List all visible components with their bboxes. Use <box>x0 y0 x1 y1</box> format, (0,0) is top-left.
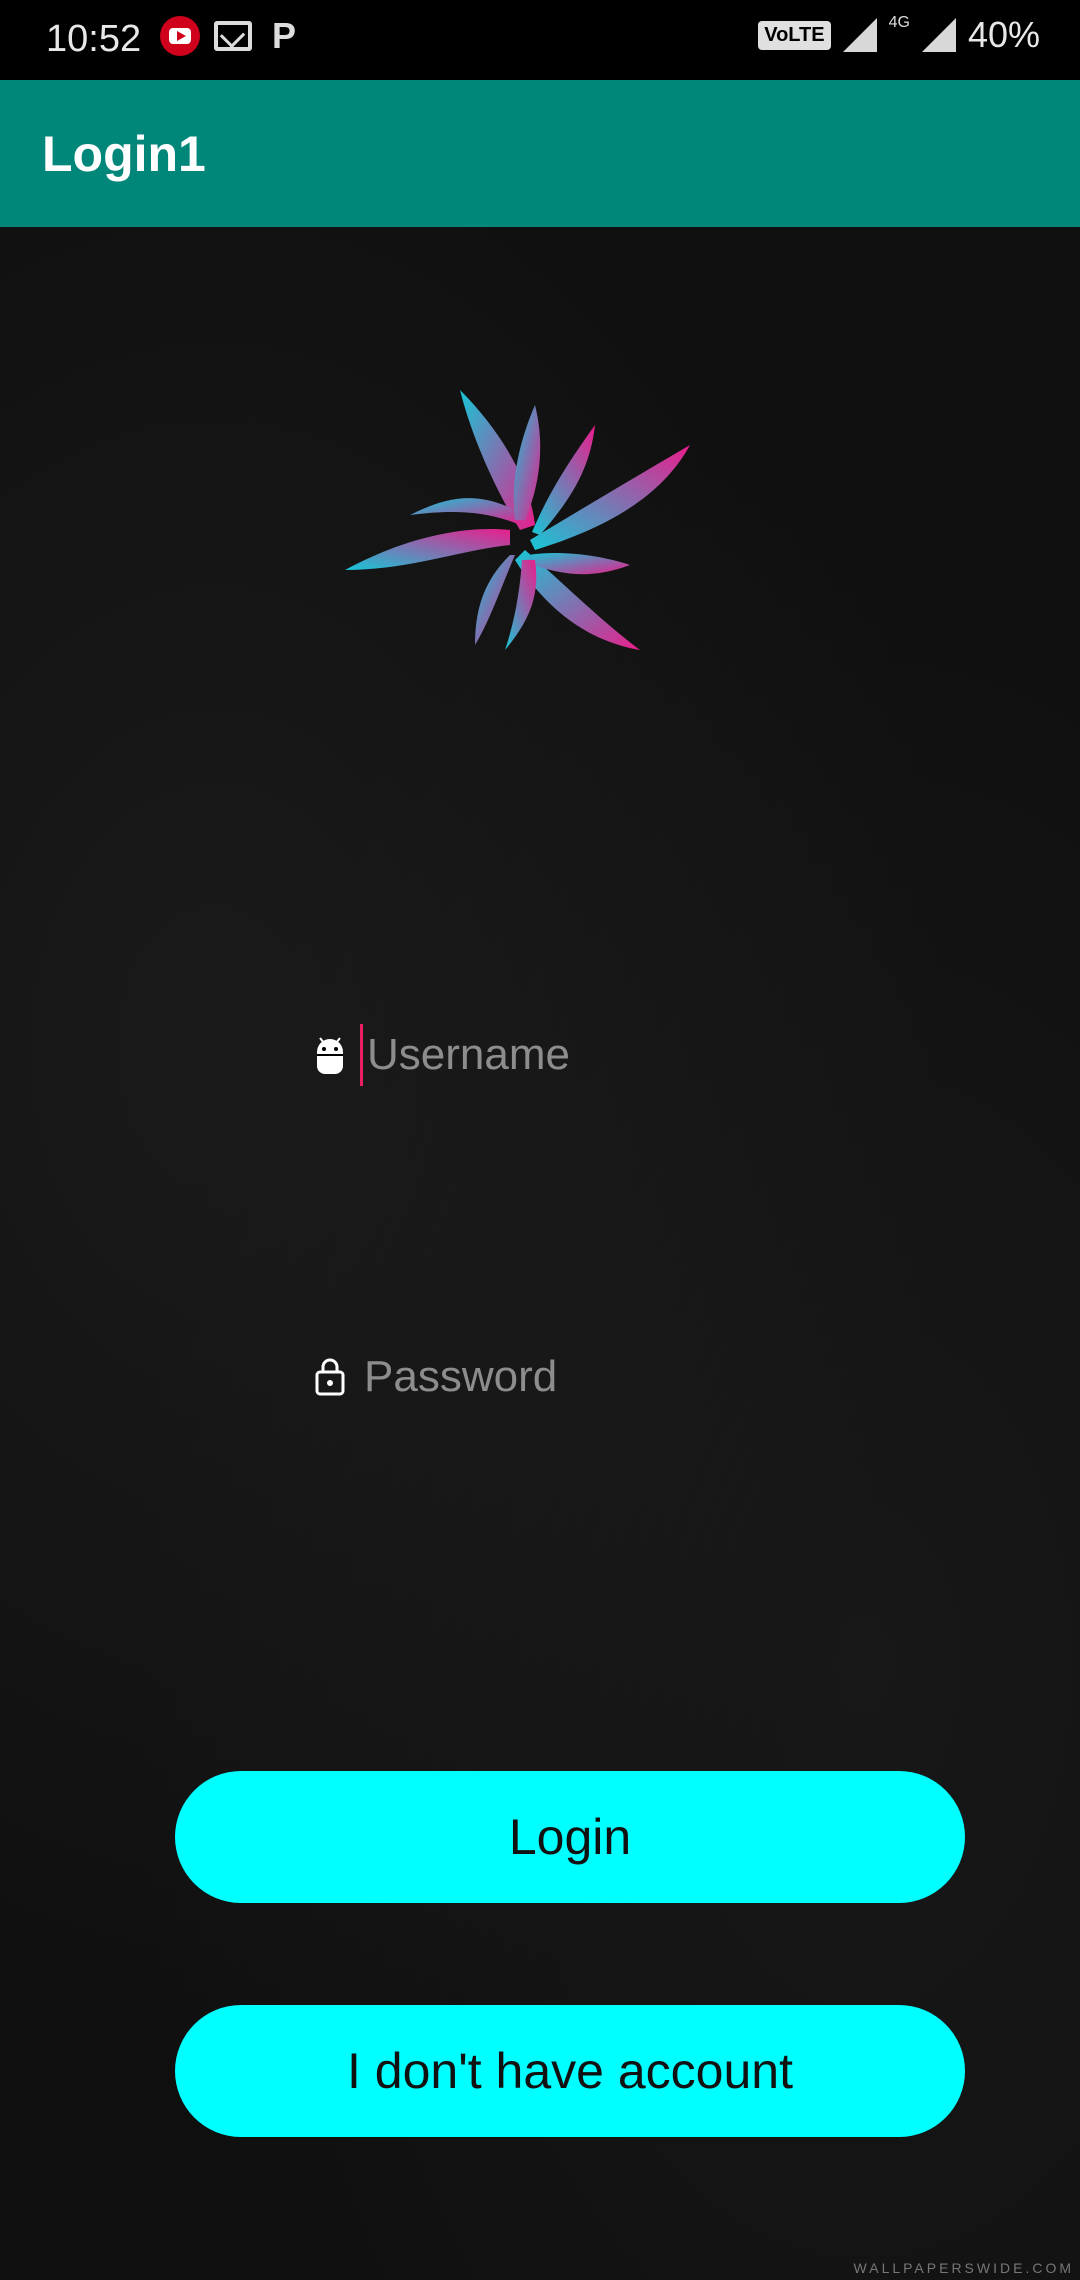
signal-icon <box>921 18 956 52</box>
username-field[interactable] <box>310 1010 830 1100</box>
youtube-icon <box>160 16 200 56</box>
lock-icon <box>310 1357 350 1397</box>
volte-badge: VoLTE <box>758 20 831 50</box>
watermark: WALLPAPERSWIDE.COM <box>853 2260 1074 2276</box>
battery-level: 40% <box>967 14 1040 55</box>
password-input[interactable] <box>362 1351 786 1403</box>
text-cursor <box>360 1024 363 1086</box>
system-status: VoLTE 4G 40% <box>758 14 1040 56</box>
network-type: 4G <box>888 14 910 31</box>
signal-icon <box>842 18 877 52</box>
app-bar: Login1 <box>0 80 1080 227</box>
no-account-button[interactable]: I don't have account <box>175 2005 965 2137</box>
notification-icons: P <box>160 16 302 56</box>
android-icon <box>310 1035 350 1075</box>
paytm-icon: P <box>271 15 296 56</box>
page-title: Login1 <box>42 126 206 182</box>
password-field[interactable] <box>310 1332 830 1422</box>
username-input[interactable] <box>365 1029 789 1081</box>
mail-icon <box>214 21 252 51</box>
status-bar: 10:52 P VoLTE 4G 40% <box>0 0 1080 80</box>
login-button[interactable]: Login <box>175 1771 965 1903</box>
status-time: 10:52 <box>46 18 142 60</box>
logo-icon <box>345 390 690 650</box>
